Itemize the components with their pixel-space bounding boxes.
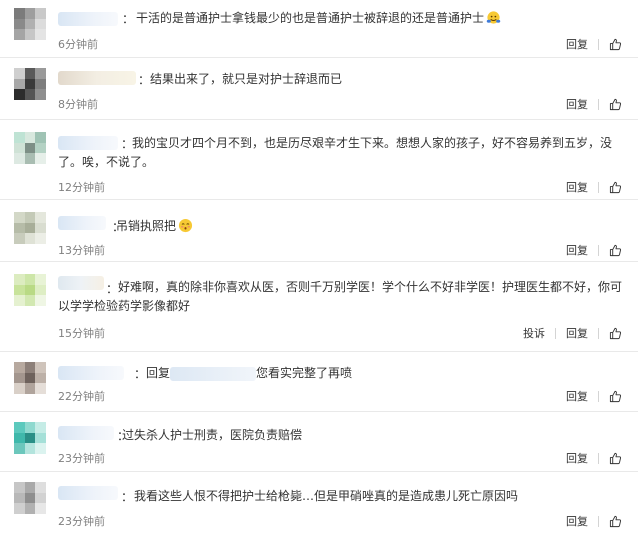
comment-actions: 回复	[566, 96, 622, 112]
thumbs-up-icon[interactable]	[609, 244, 622, 257]
avatar[interactable]	[14, 132, 46, 164]
timestamp: 15分钟前	[58, 327, 105, 340]
thumbs-up-icon[interactable]	[609, 181, 622, 194]
comment-text: 我看这些人恨不得把护士给枪毙…但是甲硝唑真的是造成患儿死亡原因吗	[134, 489, 519, 503]
thumbs-up-icon[interactable]	[609, 38, 622, 51]
thumbs-up-icon[interactable]	[609, 327, 622, 340]
comment-actions: 投诉 回复	[523, 325, 622, 341]
action-divider	[555, 327, 556, 339]
comment-actions: 回复	[566, 242, 622, 258]
action-divider	[598, 390, 599, 402]
timestamp: 23分钟前	[58, 515, 105, 528]
action-divider	[598, 98, 599, 110]
timestamp: 23分钟前	[58, 452, 105, 465]
thumbs-up-icon[interactable]	[609, 390, 622, 403]
avatar[interactable]	[14, 482, 46, 514]
action-divider	[598, 244, 599, 256]
report-button[interactable]: 投诉	[523, 325, 545, 341]
comment-item: ： 结果出来了，就只是对护士辞退而已 8分钟前 回复	[0, 58, 638, 120]
reply-button[interactable]: 回复	[566, 36, 588, 52]
comment-item: ： 我看这些人恨不得把护士给枪毙…但是甲硝唑真的是造成患儿死亡原因吗 23分钟前…	[0, 472, 638, 534]
timestamp: 13分钟前	[58, 244, 105, 257]
avatar[interactable]	[14, 422, 46, 454]
hug-emoji-icon	[486, 11, 501, 24]
avatar[interactable]	[14, 212, 46, 244]
comment-item: ： 干活的是普通护士拿钱最少的也是普通护士被辞退的还是普通护士 6分钟前 回复	[0, 0, 638, 58]
comment-actions: 回复	[566, 179, 622, 195]
comment-text: 回复 您看实完整了再喷	[146, 366, 353, 381]
avatar[interactable]	[14, 68, 46, 100]
action-divider	[598, 181, 599, 193]
reply-target-username[interactable]	[170, 366, 257, 381]
thumbs-up-icon[interactable]	[609, 515, 622, 528]
action-divider	[598, 452, 599, 464]
thumbs-up-icon[interactable]	[609, 98, 622, 111]
comment-item: ： 回复 您看实完整了再喷 22分钟前 回复	[0, 352, 638, 412]
timestamp: 22分钟前	[58, 390, 105, 403]
reply-button[interactable]: 回复	[566, 450, 588, 466]
comment-text: 好难啊，真的除非你喜欢从医，否则千万别学医！学个什么不好非学医！护理医生都不好，…	[58, 280, 623, 313]
thumbs-up-icon[interactable]	[609, 452, 622, 465]
comment-actions: 回复	[566, 450, 622, 466]
action-divider	[598, 515, 599, 527]
avatar[interactable]	[14, 8, 46, 40]
action-divider	[598, 38, 599, 50]
comment-text: 干活的是普通护士拿钱最少的也是普通护士被辞退的还是普通护士	[58, 9, 624, 28]
avatar[interactable]	[14, 362, 46, 394]
reply-button[interactable]: 回复	[566, 388, 588, 404]
blush-emoji-icon	[178, 218, 193, 233]
timestamp: 6分钟前	[58, 38, 98, 51]
reply-button[interactable]: 回复	[566, 513, 588, 529]
comment-actions: 回复	[566, 36, 622, 52]
comment-actions: 回复	[566, 388, 622, 404]
comment-text: 吊销执照把	[58, 217, 624, 236]
reply-prefix: 回复	[146, 366, 171, 380]
comment-text: 过失杀人护士刑责，医院负责赔偿	[122, 428, 303, 442]
comment-list: ： 干活的是普通护士拿钱最少的也是普通护士被辞退的还是普通护士 6分钟前 回复 …	[0, 0, 638, 534]
comment-item: ： 好难啊，真的除非你喜欢从医，否则千万别学医！学个什么不好非学医！护理医生都不…	[0, 262, 638, 352]
comment-item: ： 过失杀人护士刑责，医院负责赔偿 23分钟前 回复	[0, 412, 638, 472]
reply-button[interactable]: 回复	[566, 242, 588, 258]
comment-item: ： 吊销执照把 13分钟前 回复	[0, 200, 638, 262]
comment-actions: 回复	[566, 513, 622, 529]
avatar[interactable]	[14, 274, 46, 306]
comment-text: 结果出来了，就只是对护士辞退而已	[150, 72, 343, 86]
action-divider	[598, 327, 599, 339]
reply-button[interactable]: 回复	[566, 325, 588, 341]
comment-text: 我的宝贝才四个月不到，也是历尽艰辛才生下来。想想人家的孩子，好不容易养到五岁，没…	[58, 136, 613, 169]
timestamp: 12分钟前	[58, 181, 105, 194]
reply-button[interactable]: 回复	[566, 179, 588, 195]
reply-button[interactable]: 回复	[566, 96, 588, 112]
timestamp: 8分钟前	[58, 98, 98, 111]
comment-item: ： 我的宝贝才四个月不到，也是历尽艰辛才生下来。想想人家的孩子，好不容易养到五岁…	[0, 120, 638, 200]
